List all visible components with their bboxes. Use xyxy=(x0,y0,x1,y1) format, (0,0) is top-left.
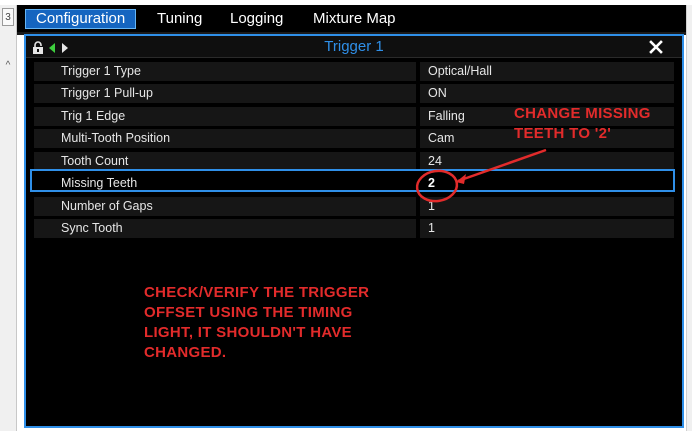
setting-row-pull-up: Trigger 1 Pull-up ON xyxy=(34,84,674,104)
setting-value[interactable]: ON xyxy=(420,84,674,103)
right-gutter xyxy=(686,5,692,431)
annotation-line: TEETH TO '2' xyxy=(514,125,612,142)
close-icon[interactable] xyxy=(648,39,664,55)
annotation-missing-teeth: CHANGE MISSING TEETH TO '2' xyxy=(514,104,684,144)
panel-title: Trigger 1 xyxy=(324,38,384,55)
trigger-panel: Trigger 1 Trigger 1 Type Optical/Hall Tr… xyxy=(24,34,684,428)
setting-label: Number of Gaps xyxy=(34,197,416,216)
tab-configuration[interactable]: Configuration xyxy=(25,9,137,29)
annotation-line: CHANGED. xyxy=(144,344,227,361)
setting-label: Trig 1 Edge xyxy=(34,107,416,126)
app-window: 3 ^ Configuration Tuning Logging Mixture… xyxy=(0,0,692,431)
annotation-line: CHECK/VERIFY THE TRIGGER xyxy=(144,284,370,301)
setting-label: Tooth Count xyxy=(34,152,416,171)
panel-header-icons xyxy=(32,39,69,55)
setting-row-tooth-count: Tooth Count 24 xyxy=(34,152,674,172)
tab-tuning[interactable]: Tuning xyxy=(157,9,202,29)
setting-row-sync-tooth: Sync Tooth 1 xyxy=(34,219,674,239)
setting-row-missing-teeth: Missing Teeth 2 xyxy=(34,174,674,194)
arrow-right-icon[interactable] xyxy=(61,42,69,54)
annotation-line: CHANGE MISSING xyxy=(514,105,651,122)
setting-value[interactable]: 1 xyxy=(420,197,674,216)
side-tab-number[interactable]: 3 xyxy=(2,8,14,26)
tab-bar: Configuration Tuning Logging Mixture Map xyxy=(17,5,686,32)
annotation-line: OFFSET USING THE TIMING xyxy=(144,304,353,321)
setting-value[interactable]: 2 xyxy=(420,174,674,193)
setting-label: Missing Teeth xyxy=(34,174,416,193)
setting-row-trigger-type: Trigger 1 Type Optical/Hall xyxy=(34,62,674,82)
setting-value[interactable]: 1 xyxy=(420,219,674,238)
lock-icon[interactable] xyxy=(32,41,44,55)
panel-header: Trigger 1 xyxy=(26,36,682,58)
scroll-up-icon[interactable]: ^ xyxy=(2,60,14,72)
tab-mixture-map[interactable]: Mixture Map xyxy=(313,9,396,29)
setting-label: Trigger 1 Type xyxy=(34,62,416,81)
setting-label: Trigger 1 Pull-up xyxy=(34,84,416,103)
annotation-line: LIGHT, IT SHOULDN'T HAVE xyxy=(144,324,352,341)
setting-label: Sync Tooth xyxy=(34,219,416,238)
setting-row-number-of-gaps: Number of Gaps 1 xyxy=(34,197,674,217)
setting-value[interactable]: 24 xyxy=(420,152,674,171)
arrow-left-icon[interactable] xyxy=(48,42,56,54)
annotation-trigger-offset: CHECK/VERIFY THE TRIGGER OFFSET USING TH… xyxy=(144,283,414,363)
left-gutter: 3 ^ xyxy=(0,5,17,431)
setting-label: Multi-Tooth Position xyxy=(34,129,416,148)
setting-value[interactable]: Optical/Hall xyxy=(420,62,674,81)
tab-logging[interactable]: Logging xyxy=(230,9,283,29)
